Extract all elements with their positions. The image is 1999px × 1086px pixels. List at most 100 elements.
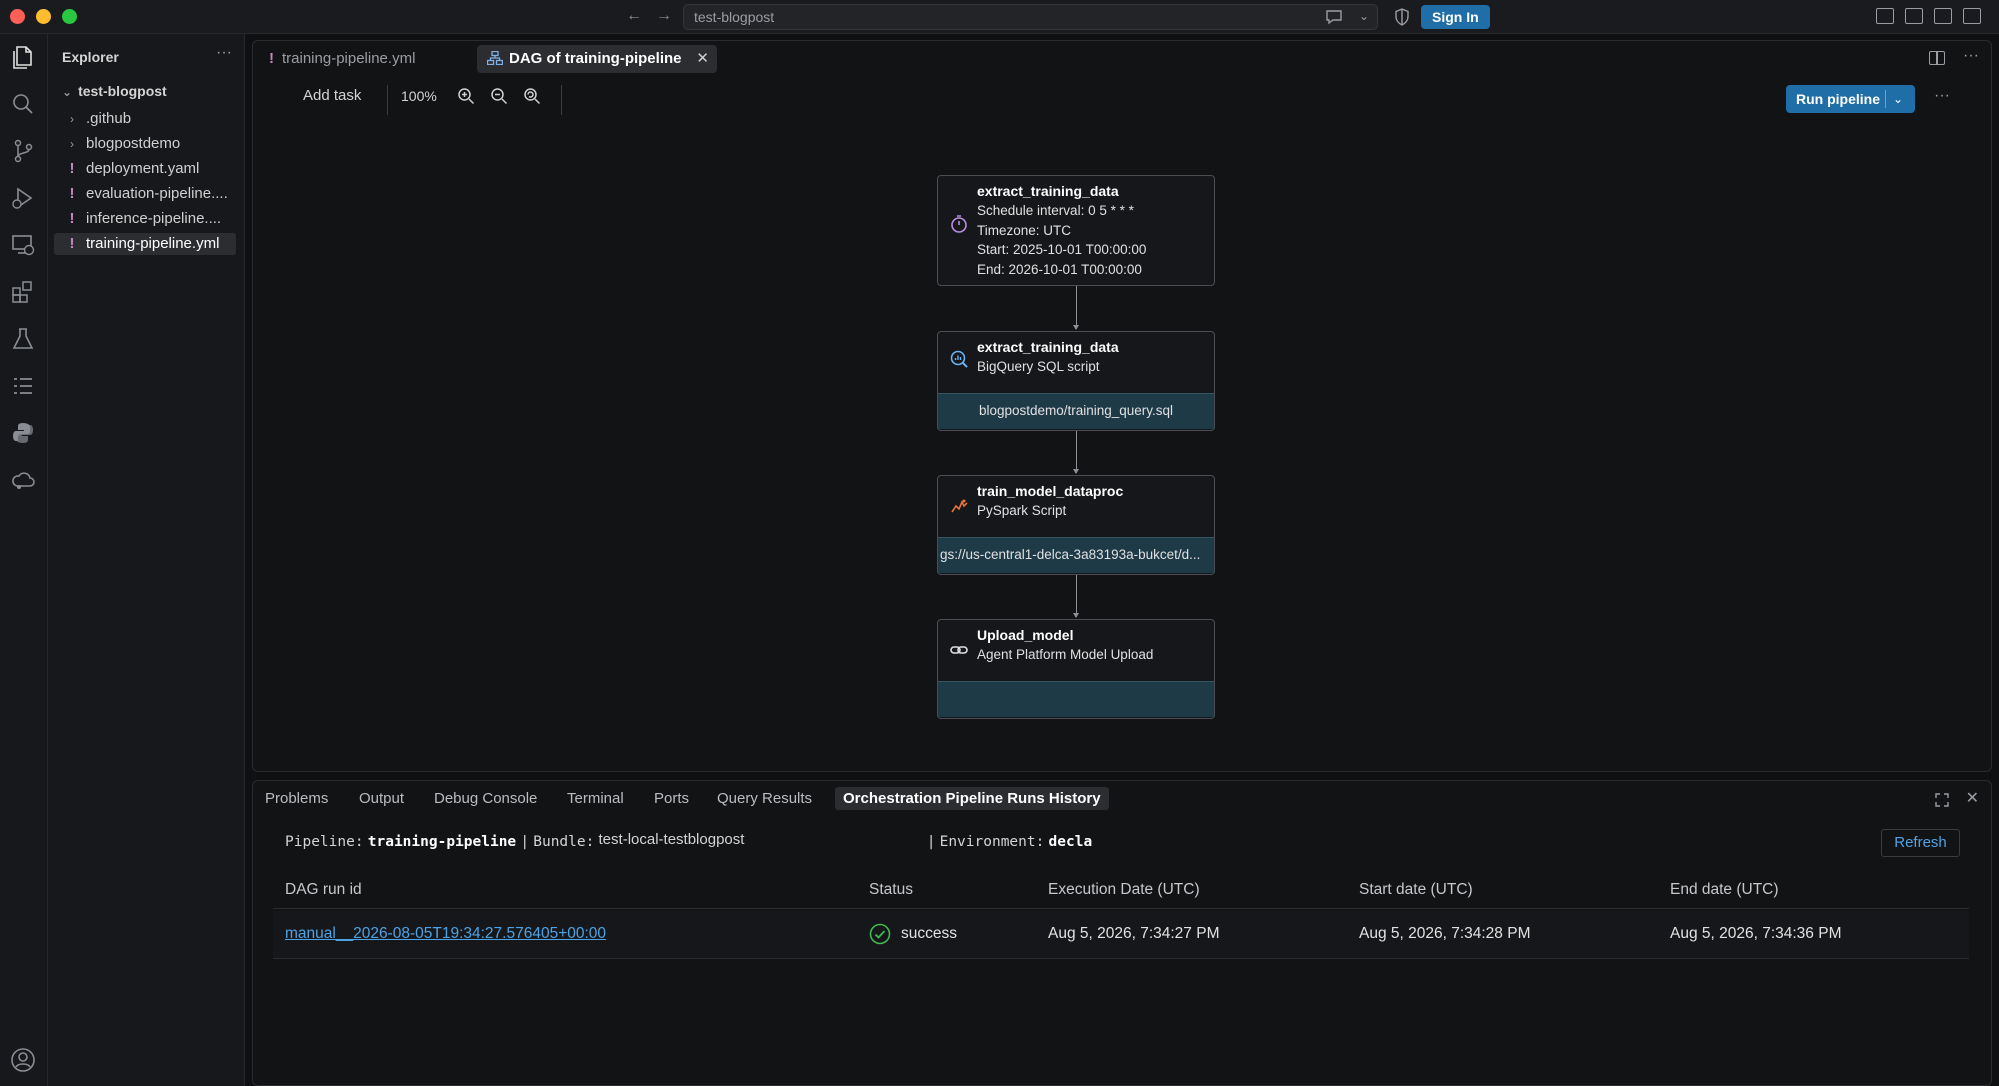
tab-terminal[interactable]: Terminal — [567, 790, 624, 807]
node-script-path[interactable]: gs://us-central1-delca-3a83193a-bukcet/d… — [938, 537, 1214, 573]
explorer-title: Explorer — [62, 49, 119, 65]
bundle-value: test-local-testblogpost — [598, 831, 745, 848]
split-editor-icon[interactable] — [1929, 51, 1945, 65]
python-icon[interactable] — [10, 420, 36, 446]
tree-item-deployment-yaml[interactable]: ! deployment.yaml — [54, 158, 236, 180]
col-dag-run-id[interactable]: DAG run id — [285, 881, 362, 899]
toggle-secondary-sidebar-icon[interactable] — [1963, 8, 1981, 24]
node-start: Start: 2025-10-01 T00:00:00 — [977, 242, 1147, 257]
yaml-file-icon: ! — [69, 185, 75, 202]
zoom-out-icon[interactable] — [490, 87, 508, 105]
col-execution-date[interactable]: Execution Date (UTC) — [1048, 881, 1200, 899]
tree-item-blogpostdemo[interactable]: › blogpostdemo — [54, 133, 236, 155]
zoom-in-icon[interactable] — [457, 87, 475, 105]
node-footer-empty[interactable] — [938, 681, 1214, 717]
workspace-folder-label: test-blogpost — [78, 83, 167, 99]
refresh-button[interactable]: Refresh — [1881, 829, 1960, 857]
sign-in-button[interactable]: Sign In — [1421, 5, 1490, 29]
close-panel-icon[interactable]: ✕ — [1966, 788, 1979, 808]
chat-icon[interactable] — [1325, 9, 1343, 28]
chevron-down-icon[interactable]: ⌄ — [1359, 9, 1369, 23]
yaml-file-icon: ! — [69, 210, 75, 227]
dag-run-id-link[interactable]: manual__2026-08-05T19:34:27.576405+00:00 — [285, 925, 606, 943]
zoom-reset-icon[interactable] — [523, 87, 541, 105]
editor-more-actions-icon[interactable]: ··· — [1963, 47, 1979, 65]
tree-item-training-pipeline[interactable]: ! training-pipeline.yml — [54, 233, 236, 255]
dag-icon — [487, 51, 503, 65]
timer-icon — [951, 215, 967, 233]
add-task-button[interactable]: Add task — [303, 87, 361, 104]
toolbar-more-icon[interactable]: ··· — [1934, 87, 1950, 105]
maximize-window-button[interactable] — [62, 9, 77, 24]
toggle-panel-icon[interactable] — [1934, 8, 1952, 24]
col-end-date[interactable]: End date (UTC) — [1670, 881, 1779, 899]
environment-value: decla — [1048, 834, 1093, 850]
remote-explorer-icon[interactable] — [10, 232, 36, 258]
tab-dag-of-training-pipeline[interactable]: DAG of training-pipeline ✕ — [477, 45, 717, 73]
spark-icon — [951, 499, 968, 513]
customize-layout-icon[interactable] — [1876, 8, 1894, 24]
node-title: train_model_dataproc — [977, 483, 1124, 499]
forward-arrow-icon[interactable]: → — [656, 7, 672, 25]
title-bar: ← → test-blogpost ⌄ Sign In — [0, 0, 1999, 34]
node-title: extract_training_data — [977, 183, 1119, 199]
source-control-icon[interactable] — [10, 138, 36, 164]
minimize-window-button[interactable] — [36, 9, 51, 24]
execution-date-cell: Aug 5, 2026, 7:34:27 PM — [1048, 925, 1220, 942]
back-arrow-icon[interactable]: ← — [626, 7, 642, 25]
tab-query-results[interactable]: Query Results — [717, 790, 812, 807]
cloud-data-icon[interactable] — [10, 467, 36, 493]
bigquery-icon — [950, 350, 968, 368]
account-icon[interactable] — [10, 1047, 36, 1073]
yaml-file-icon: ! — [69, 160, 75, 177]
toolbar-divider — [387, 85, 388, 115]
run-and-debug-icon[interactable] — [10, 185, 36, 211]
run-pipeline-label: Run pipeline — [1796, 91, 1880, 107]
dag-node-upload-model[interactable]: Upload_model Agent Platform Model Upload — [937, 619, 1215, 719]
extensions-icon[interactable] — [10, 279, 36, 305]
tab-problems[interactable]: Problems — [265, 790, 328, 807]
command-center-search[interactable]: test-blogpost ⌄ — [683, 4, 1378, 30]
zoom-level: 100% — [401, 88, 437, 104]
search-icon[interactable] — [10, 91, 36, 117]
more-actions-icon[interactable]: ··· — [216, 44, 232, 62]
col-status[interactable]: Status — [869, 881, 913, 899]
run-pipeline-button[interactable]: Run pipeline ⌄ — [1786, 85, 1915, 113]
close-tab-icon[interactable]: ✕ — [696, 45, 709, 73]
tab-training-pipeline-yml[interactable]: ! training-pipeline.yml — [259, 45, 469, 73]
node-script-path[interactable]: blogpostdemo/training_query.sql — [938, 393, 1214, 429]
run-options-chevron-icon[interactable]: ⌄ — [1893, 85, 1903, 113]
runs-table-header: DAG run id Status Execution Date (UTC) S… — [273, 871, 1969, 909]
tree-item-evaluation-pipeline[interactable]: ! evaluation-pipeline.... — [54, 183, 236, 205]
meta-separator: | — [926, 834, 936, 850]
editor-area: ! training-pipeline.yml DAG of training-p… — [252, 40, 1992, 772]
tree-item-inference-pipeline[interactable]: ! inference-pipeline.... — [54, 208, 236, 230]
toggle-primary-sidebar-icon[interactable] — [1905, 8, 1923, 24]
tab-debug-console[interactable]: Debug Console — [434, 790, 537, 807]
shield-icon[interactable] — [1394, 8, 1410, 26]
testing-flask-icon[interactable] — [10, 326, 36, 352]
dag-edge — [1073, 575, 1079, 618]
chevron-right-icon: › — [70, 112, 74, 126]
activity-bar — [0, 34, 48, 1086]
meta-separator: | — [520, 834, 530, 850]
table-row: manual__2026-08-05T19:34:27.576405+00:00… — [273, 911, 1969, 959]
close-window-button[interactable] — [10, 9, 25, 24]
node-timezone: Timezone: UTC — [977, 222, 1072, 238]
maximize-panel-icon[interactable] — [1935, 793, 1949, 807]
col-start-date[interactable]: Start date (UTC) — [1359, 881, 1473, 899]
start-date-cell: Aug 5, 2026, 7:34:28 PM — [1359, 925, 1531, 942]
dag-node-extract-training-data[interactable]: extract_training_data BigQuery SQL scrip… — [937, 331, 1215, 431]
tab-orchestration-pipeline-runs-history[interactable]: Orchestration Pipeline Runs History — [835, 787, 1109, 810]
link-icon — [950, 646, 968, 654]
tab-ports[interactable]: Ports — [654, 790, 689, 807]
tree-item-github[interactable]: › .github — [54, 108, 236, 130]
tab-output[interactable]: Output — [359, 790, 404, 807]
explorer-files-icon[interactable] — [10, 44, 36, 70]
pipeline-tasks-icon[interactable] — [10, 373, 36, 399]
yaml-file-icon: ! — [69, 235, 75, 252]
workspace-folder[interactable]: ⌄ test-blogpost — [62, 83, 167, 99]
dag-node-schedule[interactable]: extract_training_data Schedule interval:… — [937, 175, 1215, 286]
dag-node-train-model-dataproc[interactable]: train_model_dataproc PySpark Script gs:/… — [937, 475, 1215, 575]
success-check-icon — [869, 923, 891, 945]
